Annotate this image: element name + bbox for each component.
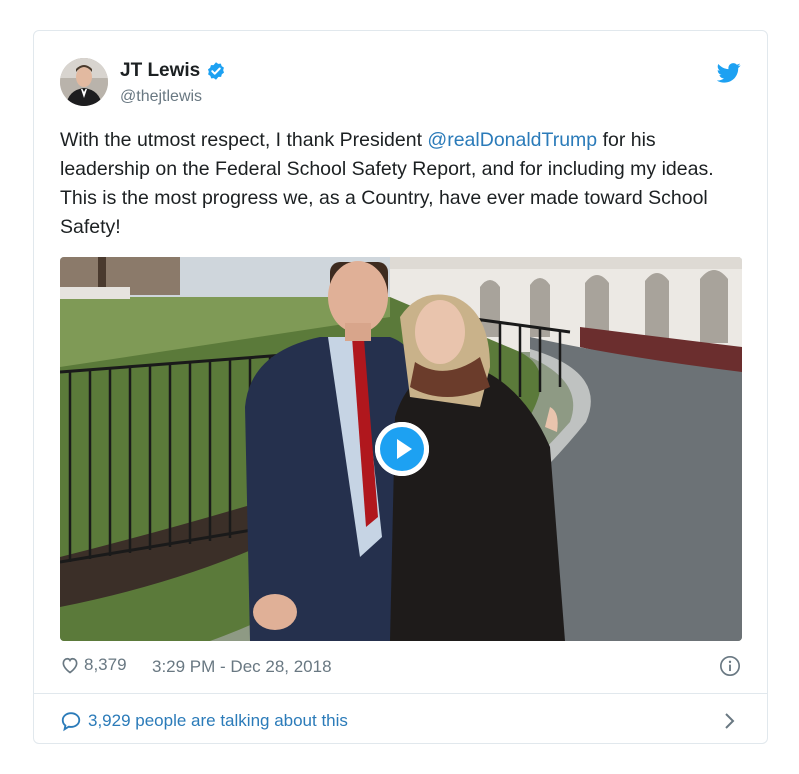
- tweet-card: JT Lewis @thejtlewis With the utmost res…: [33, 30, 768, 744]
- author-name-row: JT Lewis: [120, 60, 226, 82]
- conversation-link[interactable]: 3,929 people are talking about this: [60, 709, 741, 733]
- mention-link[interactable]: @realDonaldTrump: [427, 129, 597, 151]
- conversation-label: 3,929 people are talking about this: [88, 711, 348, 730]
- play-button[interactable]: [375, 422, 429, 476]
- heart-icon: [62, 657, 78, 674]
- tweet-text: With the utmost respect, I thank Preside…: [60, 126, 740, 242]
- tweet-text-before: With the utmost respect, I thank Preside…: [60, 129, 428, 151]
- tweet-timestamp[interactable]: 3:29 PM - Dec 28, 2018: [152, 657, 332, 677]
- like-button[interactable]: 8,379: [60, 655, 127, 675]
- comment-bubble-icon: [61, 712, 81, 732]
- avatar[interactable]: [60, 58, 108, 106]
- play-icon: [375, 422, 429, 476]
- twitter-bird-icon[interactable]: [716, 62, 741, 84]
- author-handle[interactable]: @thejtlewis: [120, 88, 202, 106]
- info-icon[interactable]: [719, 655, 741, 677]
- avatar-image: [60, 58, 108, 106]
- chevron-right-icon: [725, 713, 735, 729]
- verified-badge-icon: [206, 61, 226, 81]
- tweet-header: JT Lewis @thejtlewis: [60, 58, 741, 112]
- like-count: 8,379: [84, 655, 127, 674]
- video-media[interactable]: [60, 257, 742, 641]
- tweet-footer: 8,379 3:29 PM - Dec 28, 2018: [60, 651, 741, 681]
- footer-divider: [34, 693, 767, 694]
- display-name[interactable]: JT Lewis: [120, 60, 200, 82]
